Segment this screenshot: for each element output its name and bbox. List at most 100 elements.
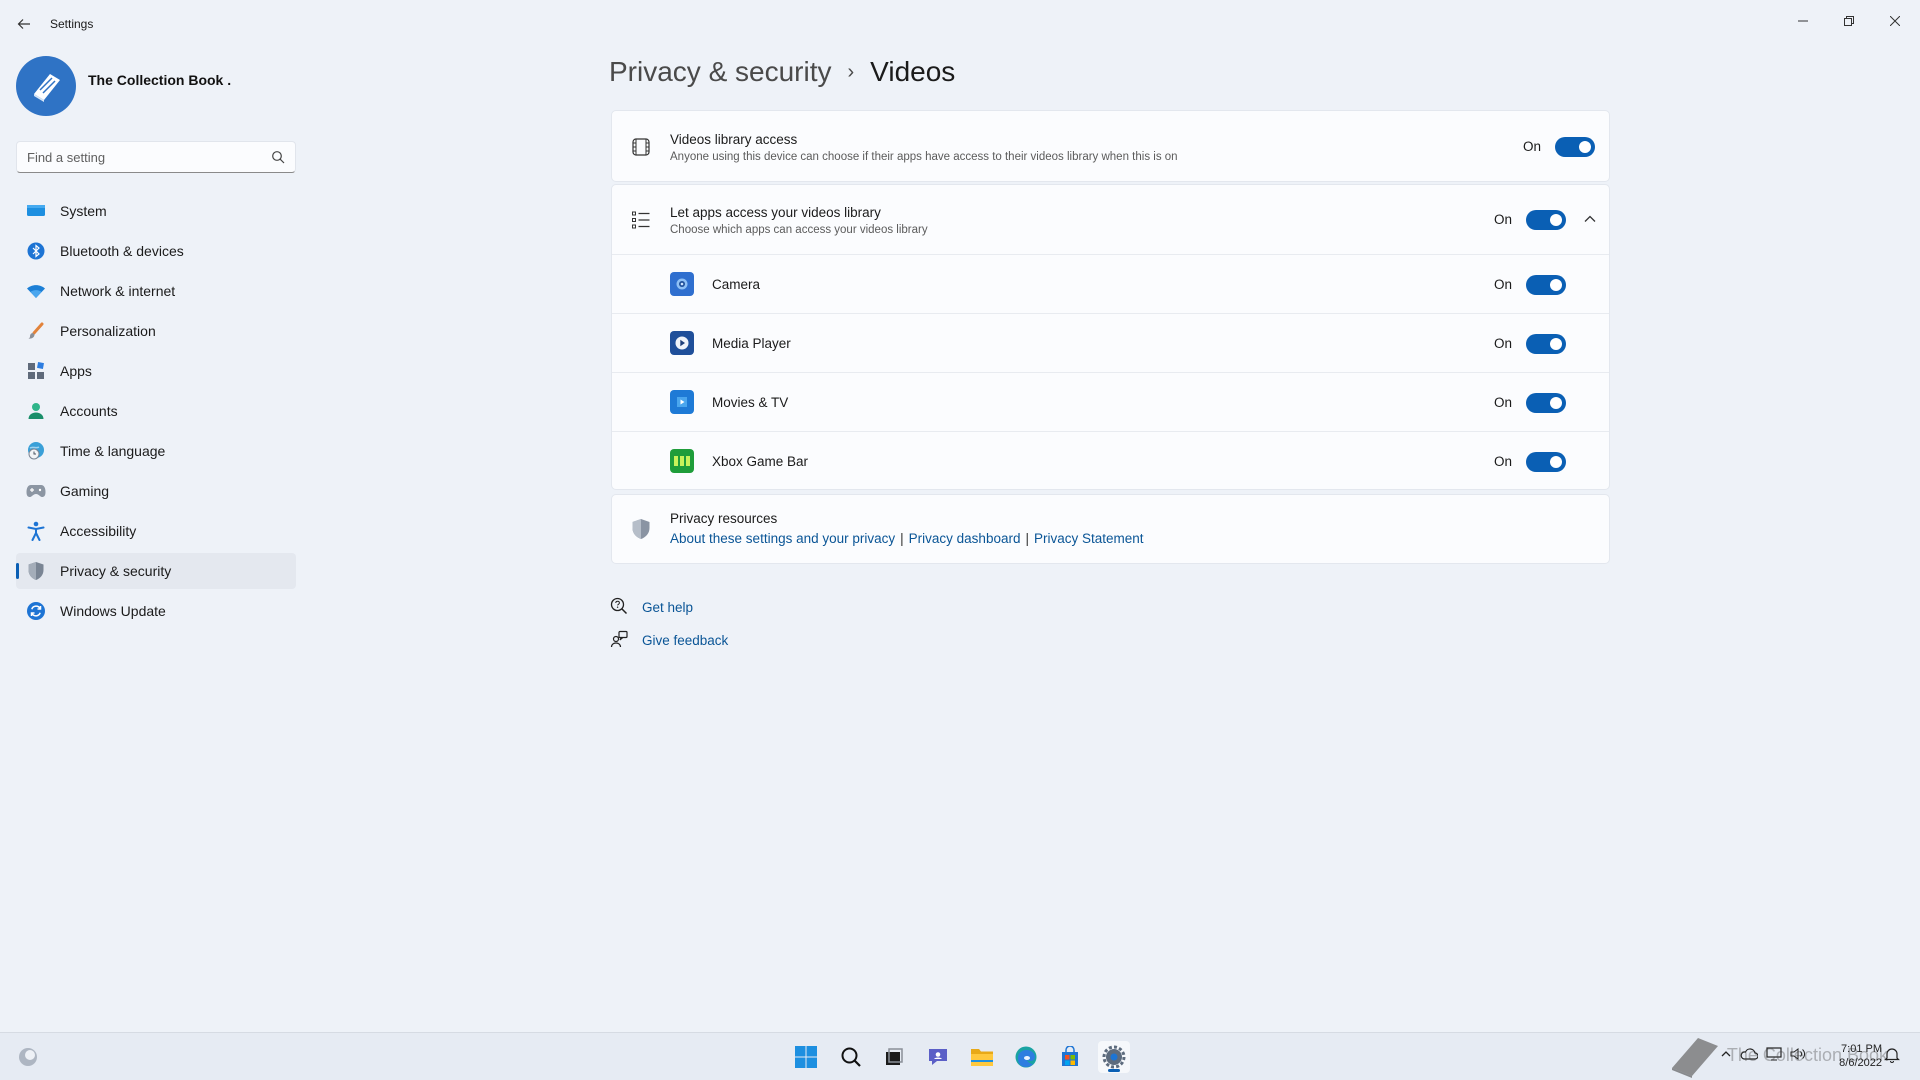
feedback-icon xyxy=(610,630,628,651)
sidebar-item-label: Time & language xyxy=(60,443,166,459)
close-icon[interactable] xyxy=(1872,6,1918,36)
apps-access-card: Let apps access your videos library Choo… xyxy=(611,184,1610,490)
breadcrumb: Privacy & security › Videos xyxy=(609,56,955,88)
sidebar-item-system[interactable]: System xyxy=(16,193,296,229)
get-help-link[interactable]: Get help xyxy=(642,600,693,615)
page-title: Videos xyxy=(870,56,956,87)
videos-library-access-toggle[interactable] xyxy=(1555,137,1595,157)
avatar[interactable] xyxy=(16,56,76,116)
edge-icon[interactable] xyxy=(1010,1041,1042,1073)
sidebar-nav: System Bluetooth & devices Network & int… xyxy=(16,193,296,633)
film-icon xyxy=(630,136,652,158)
shield-icon xyxy=(630,518,652,540)
app-name: Xbox Game Bar xyxy=(712,454,809,469)
give-feedback-link[interactable]: Give feedback xyxy=(642,633,728,648)
divider xyxy=(612,254,1609,255)
globe-clock-icon xyxy=(26,441,46,461)
sidebar-item-network[interactable]: Network & internet xyxy=(16,273,296,309)
divider xyxy=(612,431,1609,432)
list-icon xyxy=(630,209,652,231)
person-icon xyxy=(26,401,46,421)
sidebar-item-time-language[interactable]: Time & language xyxy=(16,433,296,469)
about-privacy-link[interactable]: About these settings and your privacy xyxy=(670,531,895,546)
search-icon[interactable] xyxy=(271,150,285,164)
brush-icon xyxy=(26,321,46,341)
profile-name: The Collection Book . xyxy=(88,72,232,88)
restore-icon[interactable] xyxy=(1826,6,1872,36)
search-input[interactable] xyxy=(17,142,257,172)
sidebar-item-apps[interactable]: Apps xyxy=(16,353,296,389)
chat-icon[interactable] xyxy=(922,1041,954,1073)
setting-title: Let apps access your videos library xyxy=(670,205,881,220)
toggle-state-label: On xyxy=(1494,395,1513,410)
clock-date: 8/6/2022 xyxy=(1839,1057,1882,1069)
camera-app-icon xyxy=(670,272,694,296)
search-icon[interactable] xyxy=(835,1041,867,1073)
sidebar-item-label: System xyxy=(60,203,107,219)
start-icon[interactable] xyxy=(790,1041,822,1073)
wifi-icon xyxy=(26,281,46,301)
apps-access-toggle[interactable] xyxy=(1526,210,1566,230)
sidebar-item-label: Accessibility xyxy=(60,523,137,539)
sidebar-item-accessibility[interactable]: Accessibility xyxy=(16,513,296,549)
breadcrumb-separator: › xyxy=(847,60,855,83)
notification-icon[interactable] xyxy=(1884,1047,1900,1068)
videos-library-access-card: Videos library access Anyone using this … xyxy=(611,110,1610,182)
link-separator: | xyxy=(900,531,904,546)
toggle-state-label: On xyxy=(1494,277,1513,292)
back-arrow-icon[interactable] xyxy=(12,12,36,36)
sidebar-item-privacy-security[interactable]: Privacy & security xyxy=(16,553,296,589)
task-view-icon[interactable] xyxy=(878,1041,910,1073)
app-name: Movies & TV xyxy=(712,395,789,410)
xbox-game-bar-toggle[interactable] xyxy=(1526,452,1566,472)
setting-title: Videos library access xyxy=(670,132,798,147)
movies-tv-toggle[interactable] xyxy=(1526,393,1566,413)
system-tray xyxy=(1668,1033,1722,1080)
accessibility-icon xyxy=(26,521,46,541)
sidebar-item-windows-update[interactable]: Windows Update xyxy=(16,593,296,629)
search-box[interactable] xyxy=(16,141,296,173)
divider xyxy=(612,372,1609,373)
sidebar-item-label: Personalization xyxy=(60,323,156,339)
toggle-state-label: On xyxy=(1494,336,1513,351)
controller-icon xyxy=(26,481,46,501)
give-feedback-row[interactable]: Give feedback xyxy=(610,630,728,651)
book-icon xyxy=(34,74,60,102)
privacy-dashboard-link[interactable]: Privacy dashboard xyxy=(909,531,1021,546)
title-bar: Settings xyxy=(0,0,1920,48)
movies-tv-icon xyxy=(670,390,694,414)
monitor-icon xyxy=(26,201,46,221)
store-icon[interactable] xyxy=(1054,1041,1086,1073)
privacy-statement-link[interactable]: Privacy Statement xyxy=(1034,531,1144,546)
setting-description: Choose which apps can access your videos… xyxy=(670,224,928,236)
xbox-game-bar-icon xyxy=(670,449,694,473)
breadcrumb-parent[interactable]: Privacy & security xyxy=(609,56,832,88)
minimize-icon[interactable] xyxy=(1780,6,1826,36)
setting-description: Anyone using this device can choose if t… xyxy=(670,151,1178,163)
settings-icon[interactable] xyxy=(1098,1041,1130,1073)
sidebar-item-label: Bluetooth & devices xyxy=(60,243,184,259)
file-explorer-icon[interactable] xyxy=(966,1041,998,1073)
divider xyxy=(612,313,1609,314)
chevron-up-icon[interactable] xyxy=(1582,211,1598,227)
sidebar-item-label: Apps xyxy=(60,363,92,379)
apps-icon xyxy=(26,361,46,381)
privacy-resources-title: Privacy resources xyxy=(670,511,778,526)
media-player-toggle[interactable] xyxy=(1526,334,1566,354)
app-title: Settings xyxy=(50,17,94,31)
camera-toggle[interactable] xyxy=(1526,275,1566,295)
privacy-resources-card: Privacy resources About these settings a… xyxy=(611,494,1610,564)
sidebar-item-personalization[interactable]: Personalization xyxy=(16,313,296,349)
book-watermark-icon xyxy=(1668,1034,1722,1080)
widgets-icon[interactable] xyxy=(12,1041,44,1073)
sidebar-item-accounts[interactable]: Accounts xyxy=(16,393,296,429)
toggle-state-label: On xyxy=(1494,212,1513,227)
sidebar-item-gaming[interactable]: Gaming xyxy=(16,473,296,509)
sidebar-item-bluetooth[interactable]: Bluetooth & devices xyxy=(16,233,296,269)
get-help-row[interactable]: Get help xyxy=(610,597,693,618)
clock[interactable]: 7:01 PM 8/6/2022 xyxy=(1839,1042,1882,1070)
sidebar-item-label: Gaming xyxy=(60,483,110,499)
sidebar-item-label: Windows Update xyxy=(60,603,166,619)
shield-icon xyxy=(26,561,46,581)
sidebar-item-label: Privacy & security xyxy=(60,563,172,579)
